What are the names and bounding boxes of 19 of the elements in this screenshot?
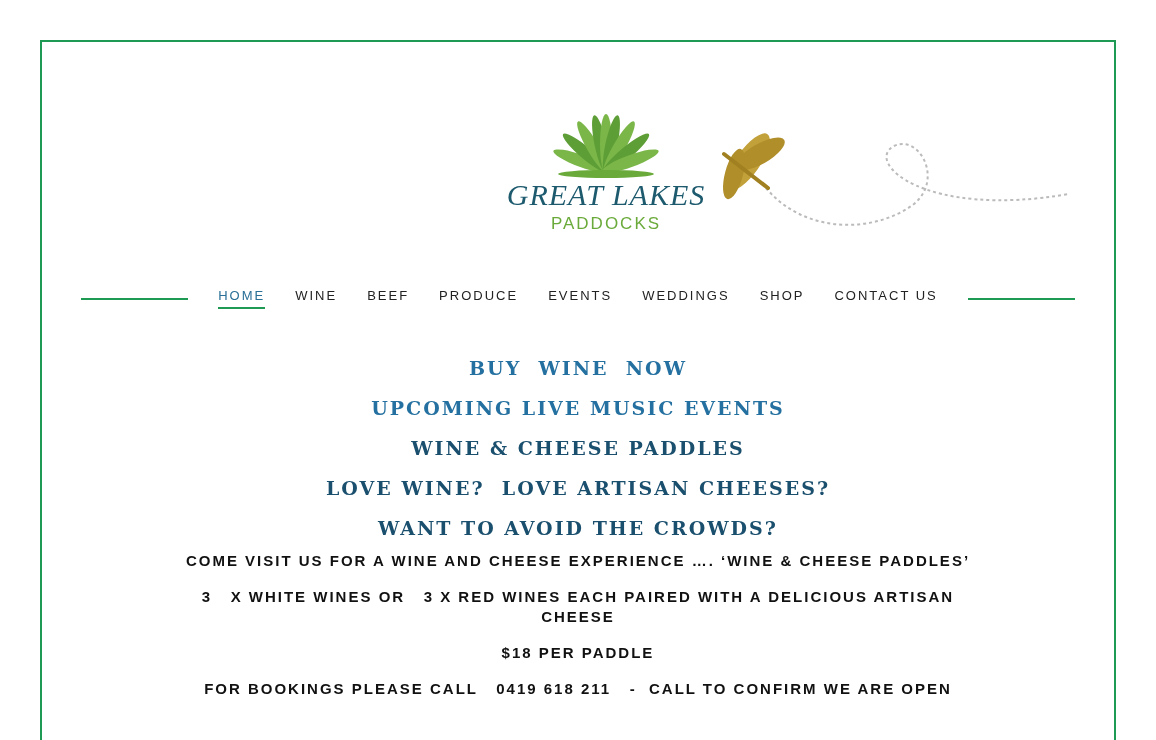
nav-link[interactable]: WEDDINGS [642,288,730,309]
nav-link[interactable]: EVENTS [548,288,613,309]
heading-link[interactable]: UPCOMING LIVE MUSIC EVENTS [371,397,785,419]
nav-link[interactable]: CONTACT US [834,288,938,309]
paragraph: $18 PER PADDLE [501,643,655,663]
paragraph: FOR BOOKINGS PLEASE CALL 0419 618 211 - CALL TO CONFIRM WE ARE OPEN [204,679,952,699]
paragraph: 3 X WHITE WINES OR 3 X RED WINES EACH PAIRED WITH A DELICIOUS ARTISAN CHEESE [200,587,956,627]
heading: WINE & CHEESE PADDLES [411,437,745,459]
logo-title: GREAT LAKES [506,180,706,210]
nav-link[interactable]: PRODUCE [439,288,519,309]
heading: WANT TO AVOID THE CROWDS? [378,517,778,539]
logo-subtitle: PADDOCKS [550,214,662,234]
nav-link[interactable]: HOME [218,288,266,309]
nav-link[interactable]: SHOP [759,288,805,309]
nav-link[interactable]: BEEF [367,288,410,309]
paragraph: COME VISIT US FOR A WINE AND CHEESE EXPERIENCE …. ‘WINE & CHEESE PADDLES’ [185,551,971,571]
heading-link[interactable]: BUY WINE NOW [469,357,687,379]
heading: LOVE WINE? LOVE ARTISAN CHEESES? [326,477,830,499]
nav-link[interactable]: WINE [295,288,338,309]
